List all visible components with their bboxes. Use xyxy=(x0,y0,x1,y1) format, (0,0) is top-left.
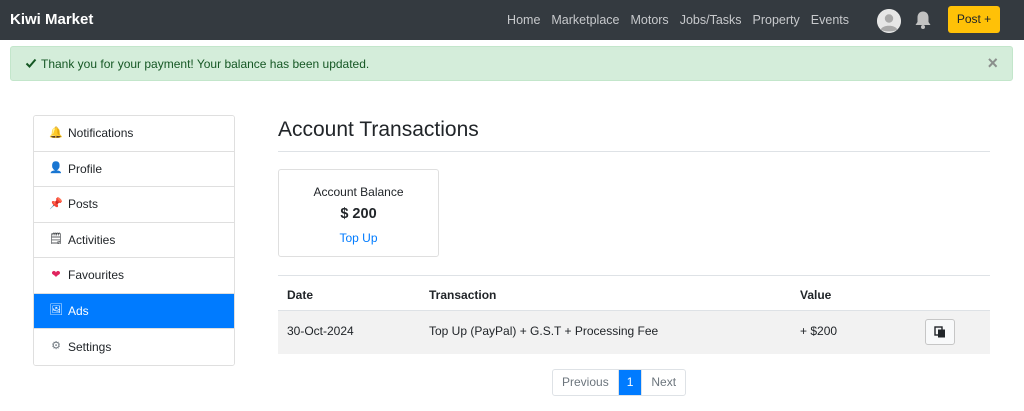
sidebar-item-favourites[interactable]: ❤ Favourites xyxy=(34,258,234,294)
row-date: 30-Oct-2024 xyxy=(287,324,354,338)
sidebar-item-label: Settings xyxy=(68,339,112,354)
header-date: Date xyxy=(287,288,314,302)
sidebar-item-ads[interactable]: 🖼 Ads xyxy=(34,293,234,329)
balance-amount: $ 200 xyxy=(340,206,377,222)
nav-link-property[interactable]: Property xyxy=(753,13,800,27)
heart-icon: ❤ xyxy=(51,268,61,281)
nav-link-marketplace[interactable]: Marketplace xyxy=(551,13,619,27)
sidebar-item-label: Profile xyxy=(68,161,103,176)
pin-icon: 📌 xyxy=(49,197,63,210)
check-icon xyxy=(25,58,37,68)
copy-icon xyxy=(934,326,945,338)
sidebar-item-settings[interactable]: ⚙ Settings xyxy=(34,329,234,365)
picture-icon: 🖼 xyxy=(49,304,63,317)
user-icon: 👤 xyxy=(49,162,63,175)
table-row: 30-Oct-2024 Top Up (PayPal) + G.S.T + Pr… xyxy=(278,311,990,354)
sidebar-item-posts[interactable]: 📌 Posts xyxy=(34,187,234,223)
pagination-next[interactable]: Next xyxy=(642,370,685,395)
post-button[interactable]: Post + xyxy=(948,6,1000,33)
success-alert: Thank you for your payment! Your balance… xyxy=(10,46,1013,81)
bell-icon[interactable] xyxy=(912,9,934,31)
balance-card: Account Balance $ 200 Top Up xyxy=(278,169,439,257)
top-up-link[interactable]: Top Up xyxy=(279,231,438,245)
pagination: Previous 1 Next xyxy=(552,369,687,396)
pagination-previous[interactable]: Previous xyxy=(553,370,619,395)
title-divider xyxy=(278,151,990,152)
copy-button[interactable] xyxy=(925,319,955,345)
gear-icon: ⚙ xyxy=(51,340,61,353)
nav-link-jobs-tasks[interactable]: Jobs/Tasks xyxy=(680,13,742,27)
user-avatar-icon[interactable] xyxy=(877,9,901,33)
bell-icon: 🔔 xyxy=(49,126,63,139)
sidebar-item-label: Favourites xyxy=(68,268,125,283)
header-value: Value xyxy=(800,288,832,302)
row-transaction: Top Up (PayPal) + G.S.T + Processing Fee xyxy=(429,324,659,338)
sidebar-item-label: Ads xyxy=(68,303,89,318)
sidebar-item-notifications[interactable]: 🔔 Notifications xyxy=(34,116,234,152)
sidebar-item-label: Notifications xyxy=(68,126,134,141)
nav-link-motors[interactable]: Motors xyxy=(630,13,668,27)
nav-link-home[interactable]: Home xyxy=(507,13,540,27)
sidebar-item-label: Activities xyxy=(68,232,116,247)
table-header: Date Transaction Value xyxy=(278,275,990,311)
sidebar-item-label: Posts xyxy=(68,197,99,212)
top-navbar: Kiwi Market Home Marketplace Motors Jobs… xyxy=(0,0,1024,40)
sidebar-item-activities[interactable]: 🗒 Activities xyxy=(34,222,234,258)
nav-links: Home Marketplace Motors Jobs/Tasks Prope… xyxy=(496,13,849,27)
close-icon[interactable]: × xyxy=(987,53,998,73)
notepad-icon: 🗒 xyxy=(49,233,63,246)
row-value: + $200 xyxy=(800,324,838,338)
nav-link-events[interactable]: Events xyxy=(811,13,849,27)
pagination-page-1[interactable]: 1 xyxy=(618,370,643,395)
brand-logo[interactable]: Kiwi Market xyxy=(10,11,93,28)
transactions-table: Date Transaction Value 30-Oct-2024 Top U… xyxy=(278,275,990,354)
account-sidebar: 🔔 Notifications 👤 Profile 📌 Posts 🗒 Acti… xyxy=(33,115,235,366)
page-title: Account Transactions xyxy=(278,118,479,141)
alert-message: Thank you for your payment! Your balance… xyxy=(41,57,370,71)
balance-label: Account Balance xyxy=(313,185,404,199)
header-transaction: Transaction xyxy=(429,288,497,302)
sidebar-item-profile[interactable]: 👤 Profile xyxy=(34,151,234,187)
